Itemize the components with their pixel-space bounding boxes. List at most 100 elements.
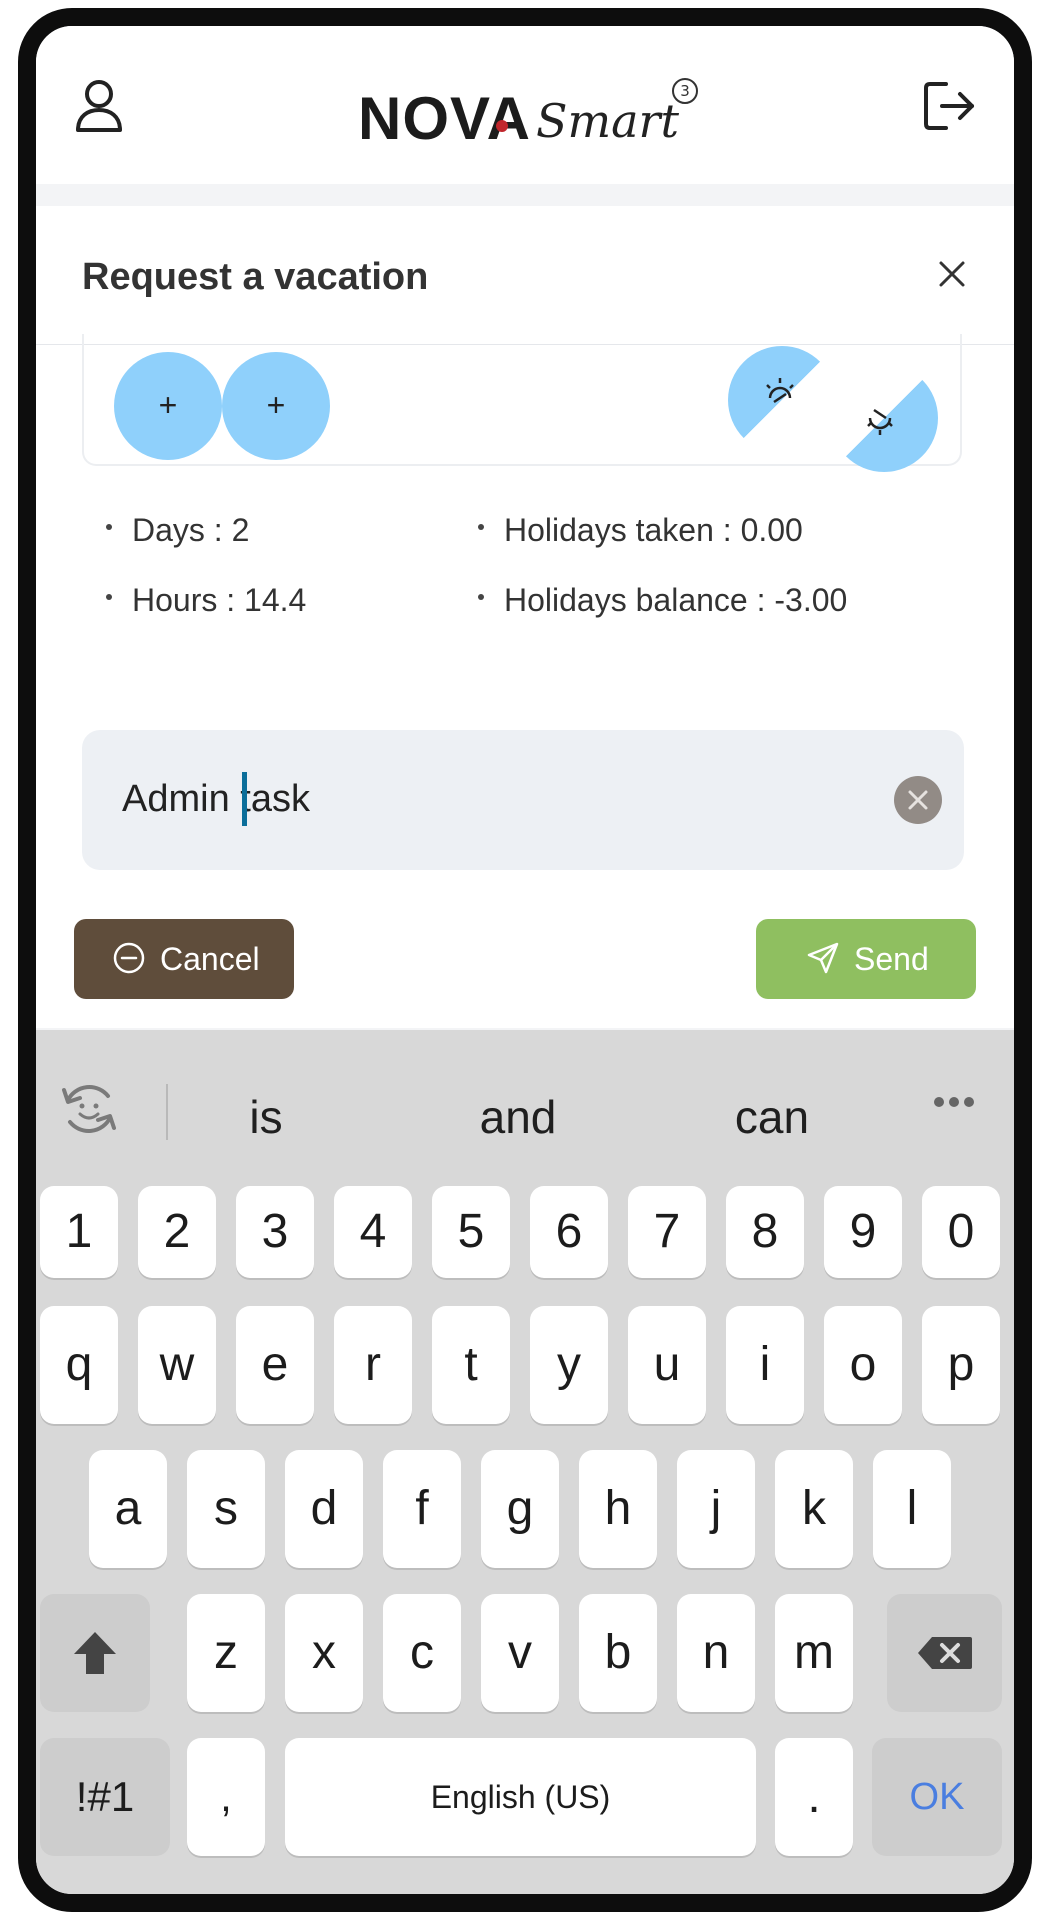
key-0-label: 0 [947,1205,975,1258]
key-s[interactable]: s [187,1450,265,1568]
period-key-label: . [807,1770,821,1823]
key-x[interactable]: x [285,1594,363,1712]
space-key[interactable]: English (US) [285,1738,756,1856]
key-i[interactable]: i [726,1306,804,1424]
key-v-label: v [508,1626,532,1679]
key-8[interactable]: 8 [726,1186,804,1278]
close-button[interactable] [936,258,968,290]
key-j-label: j [710,1482,722,1535]
minus-circle-icon [113,942,145,974]
key-c[interactable]: c [383,1594,461,1712]
stat-hours: Hours : 14.4 [106,582,306,619]
key-0[interactable]: 0 [922,1186,1000,1278]
backspace-icon [917,1637,972,1669]
key-1[interactable]: 1 [40,1186,118,1278]
key-n-label: n [702,1626,730,1679]
key-t-label: t [464,1338,478,1391]
modal-title: Request a vacation [82,256,429,298]
key-7[interactable]: 7 [628,1186,706,1278]
shift-key[interactable] [40,1594,150,1712]
modal-header: Request a vacation [36,206,1014,345]
key-5-label: 5 [457,1205,485,1258]
key-u[interactable]: u [628,1306,706,1424]
key-m-label: m [794,1626,834,1679]
backspace-key[interactable] [887,1594,1002,1712]
key-4[interactable]: 4 [334,1186,412,1278]
logo-main-text: NOVA [358,85,531,152]
key-r[interactable]: r [334,1306,412,1424]
key-l[interactable]: l [873,1450,951,1568]
clear-input-button[interactable] [894,776,942,824]
key-e[interactable]: e [236,1306,314,1424]
key-y[interactable]: y [530,1306,608,1424]
key-u-label: u [653,1338,681,1391]
key-6[interactable]: 6 [530,1186,608,1278]
logout-icon [924,82,974,130]
app-header: NOVA Smart 3 [36,26,1014,184]
suggestion-1[interactable]: is [186,1090,346,1144]
logo-badge: 3 [672,78,698,104]
key-f[interactable]: f [383,1450,461,1568]
key-q[interactable]: q [40,1306,118,1424]
key-n[interactable]: n [677,1594,755,1712]
shift-icon [74,1632,116,1674]
send-button[interactable]: Send [756,919,976,999]
stat-days: Days : 2 [106,512,249,549]
key-9-label: 9 [849,1205,877,1258]
key-o[interactable]: o [824,1306,902,1424]
key-g-label: g [506,1482,534,1535]
key-b[interactable]: b [579,1594,657,1712]
key-9[interactable]: 9 [824,1186,902,1278]
add-start-date-button[interactable]: + [114,352,222,460]
emoji-button[interactable] [58,1078,120,1140]
suggestion-2[interactable]: and [438,1090,598,1144]
key-k-label: k [802,1482,826,1535]
logout-button[interactable] [922,80,978,132]
suggestion-3[interactable]: can [692,1090,852,1144]
key-j[interactable]: j [677,1450,755,1568]
key-z[interactable]: z [187,1594,265,1712]
key-h[interactable]: h [579,1450,657,1568]
key-p[interactable]: p [922,1306,1000,1424]
profile-button[interactable] [74,78,124,134]
ok-key[interactable]: OK [872,1738,1002,1856]
sunset-icon [867,408,893,435]
key-3[interactable]: 3 [236,1186,314,1278]
send-button-label: Send [854,941,929,977]
stat-holidays-taken: Holidays taken : 0.00 [478,512,803,549]
key-w[interactable]: w [138,1306,216,1424]
cancel-button-label: Cancel [160,941,260,977]
key-a-label: a [114,1482,142,1535]
key-g[interactable]: g [481,1450,559,1568]
key-a[interactable]: a [89,1450,167,1568]
comma-key[interactable]: , [187,1738,265,1856]
key-2[interactable]: 2 [138,1186,216,1278]
more-options-icon[interactable] [934,1094,982,1110]
key-6-label: 6 [555,1205,583,1258]
vacation-request-modal: Request a vacation + + Days: 2 Hours: … [36,206,1014,1028]
key-m[interactable]: m [775,1594,853,1712]
key-o-label: o [849,1338,877,1391]
key-d[interactable]: d [285,1450,363,1568]
add-end-date-button[interactable]: + [222,352,330,460]
key-p-label: p [947,1338,975,1391]
date-selection-card: + + [82,323,962,495]
key-7-label: 7 [653,1205,681,1258]
key-2-label: 2 [163,1205,191,1258]
clear-icon [908,790,928,810]
key-t[interactable]: t [432,1306,510,1424]
ok-key-label: OK [909,1776,965,1818]
comma-key-label: , [220,1773,232,1820]
reason-input[interactable]: Admin task [82,730,964,870]
key-q-label: q [65,1338,93,1391]
symbols-key[interactable]: !#1 [40,1738,170,1856]
key-s-label: s [214,1482,238,1535]
key-z-label: z [214,1626,238,1679]
cancel-button[interactable]: Cancel [74,919,294,999]
header-divider [36,184,1014,208]
period-key[interactable]: . [775,1738,853,1856]
key-b-label: b [604,1626,632,1679]
key-v[interactable]: v [481,1594,559,1712]
key-5[interactable]: 5 [432,1186,510,1278]
key-k[interactable]: k [775,1450,853,1568]
